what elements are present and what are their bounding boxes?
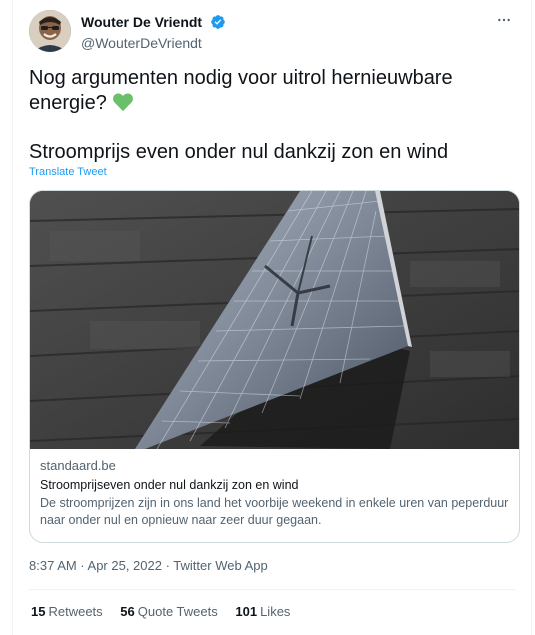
tweet-card: Wouter De Vriendt @WouterDeVriendt Nog a… [12, 0, 532, 635]
verified-badge-icon [210, 14, 226, 30]
translate-tweet-link[interactable]: Translate Tweet [29, 166, 107, 178]
divider [29, 589, 515, 590]
link-domain: standaard.be [40, 458, 116, 473]
quote-tweets-stat[interactable]: 56 Quote Tweets [120, 604, 217, 619]
retweets-stat[interactable]: 15 Retweets [31, 604, 103, 619]
green-heart-icon [112, 92, 134, 119]
quote-tweets-count: 56 [120, 604, 135, 619]
avatar[interactable] [29, 10, 71, 52]
more-options-icon[interactable] [493, 12, 515, 32]
tweet-text-body: Nog argumenten nodig voor uitrol hernieu… [29, 67, 453, 114]
link-description: De stroomprijzen zijn in ons land het vo… [40, 496, 509, 527]
tweet-text: Nog argumenten nodig voor uitrol hernieu… [29, 66, 509, 119]
likes-count: 101 [235, 604, 258, 619]
tweet-headline: Stroomprijs even onder nul dankzij zon e… [29, 141, 449, 163]
author-info: Wouter De Vriendt @WouterDeVriendt [81, 13, 226, 51]
retweets-label: Retweets [48, 604, 103, 619]
link-title: Stroomprijseven onder nul dankzij zon en… [40, 478, 299, 492]
tweet-stats: 15 Retweets 56 Quote Tweets 101 Likes [31, 604, 304, 619]
likes-label: Likes [260, 604, 291, 619]
link-preview-image[interactable] [30, 191, 519, 450]
author-display-name[interactable]: Wouter De Vriendt [81, 14, 202, 30]
tweet-header: Wouter De Vriendt @WouterDeVriendt [29, 10, 519, 58]
link-preview-meta: standaard.be Stroomprijseven onder nul d… [40, 457, 509, 529]
link-preview-card[interactable]: standaard.be Stroomprijseven onder nul d… [29, 190, 520, 543]
quote-tweets-label: Quote Tweets [137, 604, 218, 619]
likes-stat[interactable]: 101 Likes [235, 604, 290, 619]
author-handle[interactable]: @WouterDeVriendt [81, 35, 226, 51]
retweets-count: 15 [31, 604, 46, 619]
tweet-timestamp[interactable]: 8:37 AM · Apr 25, 2022 · Twitter Web App [29, 558, 268, 573]
